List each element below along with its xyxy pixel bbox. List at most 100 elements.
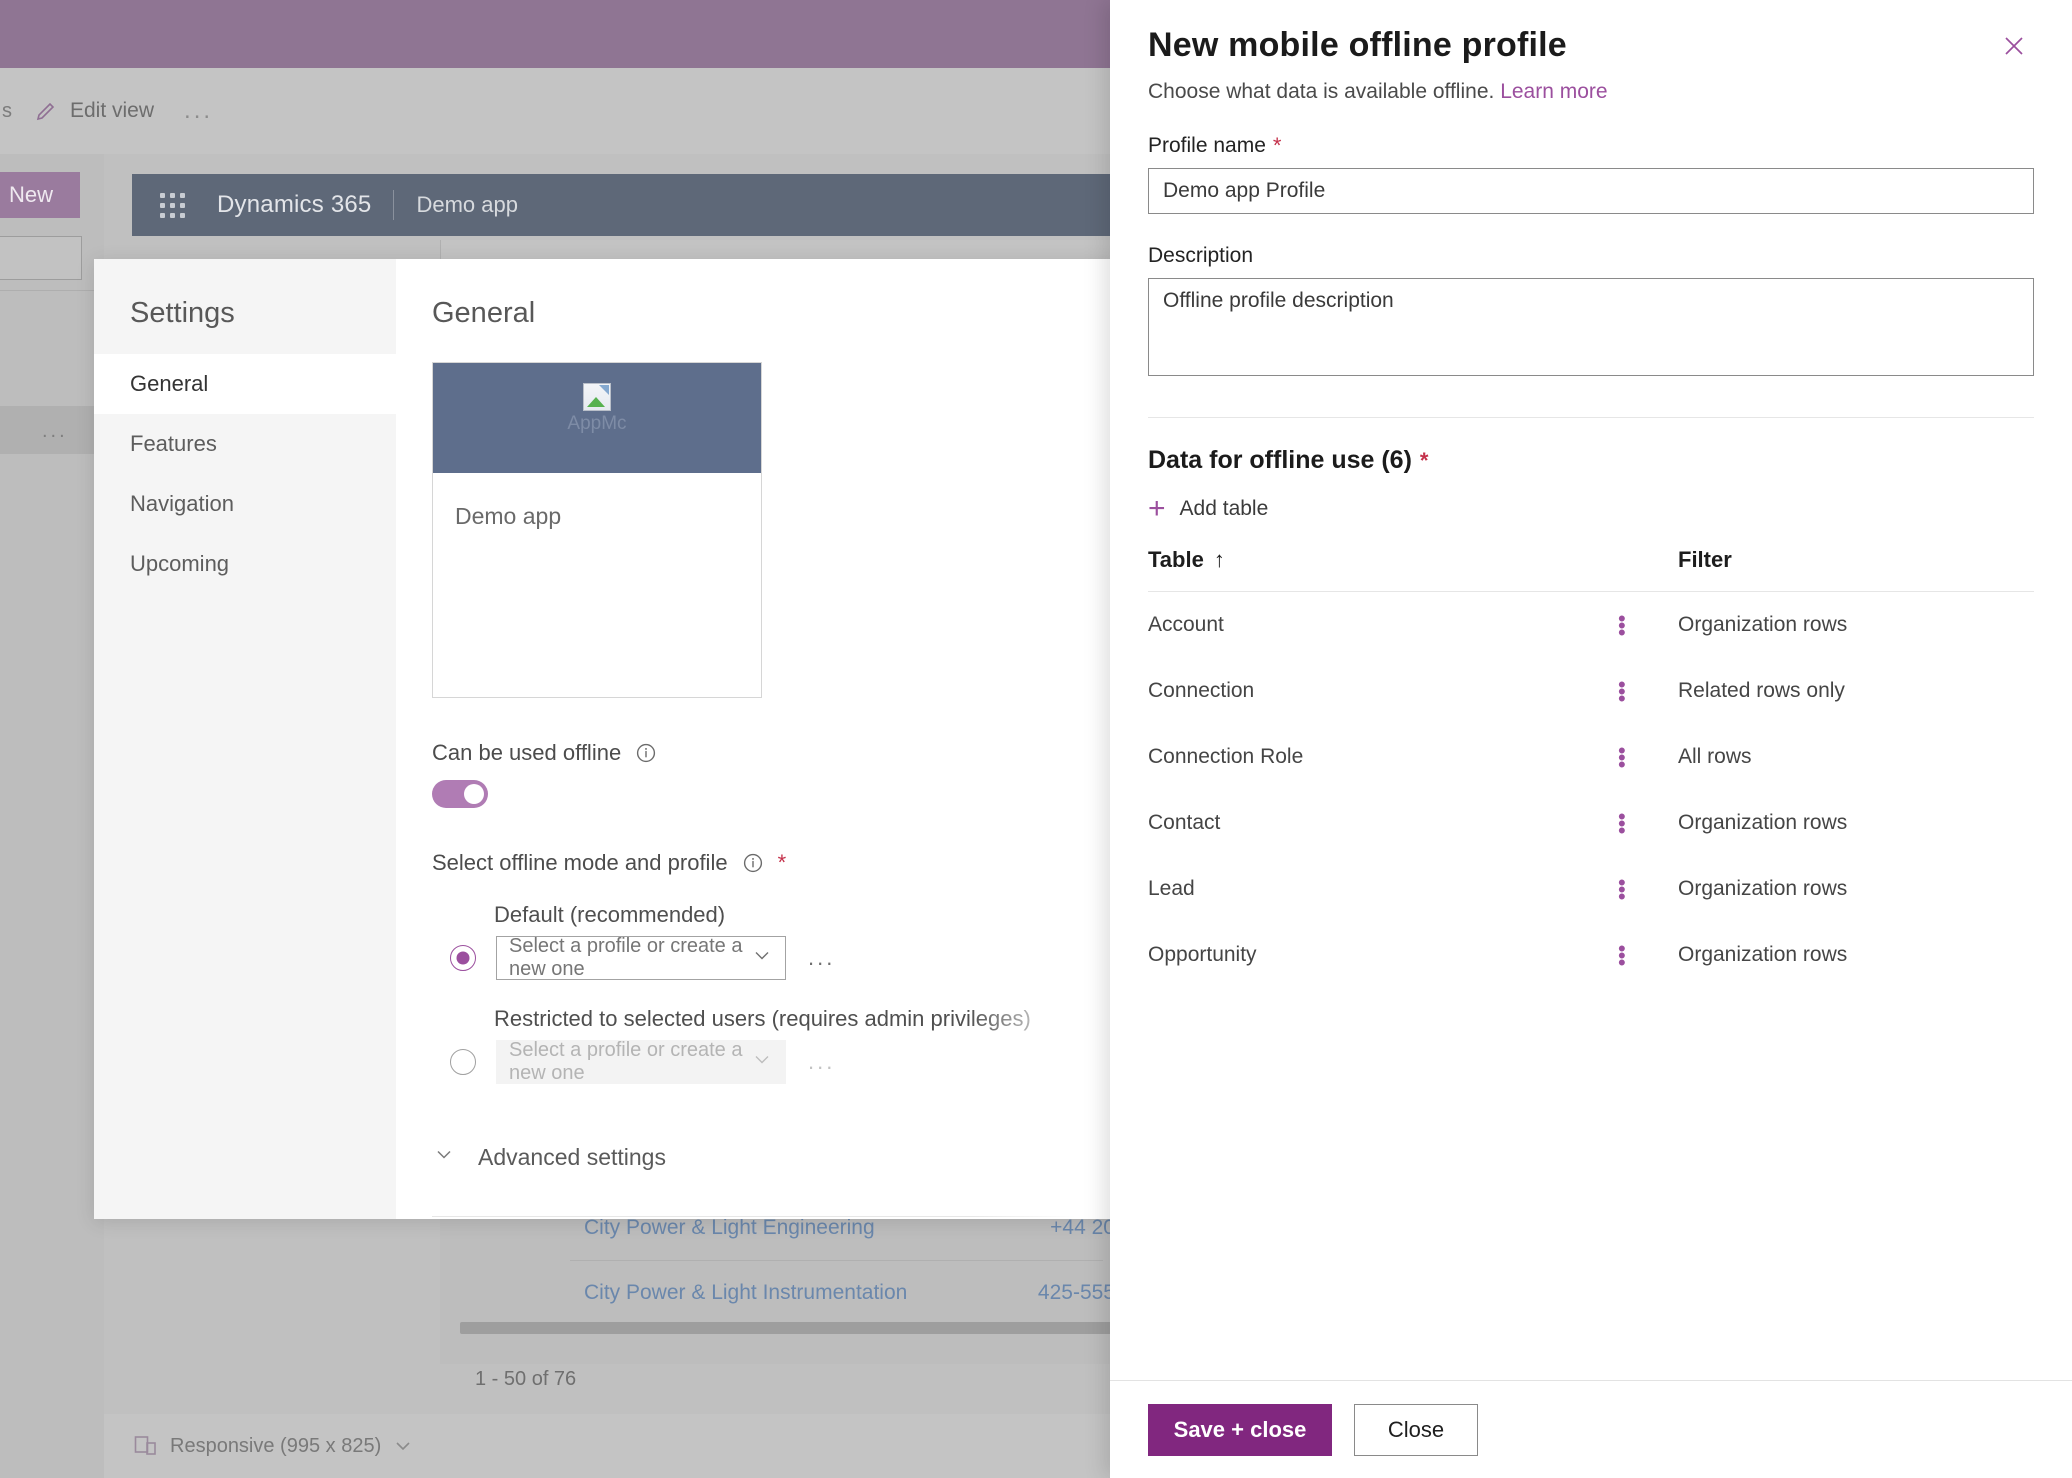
add-table-label: Add table [1179, 497, 1269, 520]
table-row[interactable]: Account • • • Organization rows [1148, 592, 2034, 658]
broken-image-icon [583, 383, 611, 411]
app-card-banner: AppMc [433, 363, 761, 473]
offline-mode-option-default-label: Default (recommended) [494, 902, 726, 927]
offline-toggle-label-row: Can be used offline [432, 740, 1118, 766]
table-row[interactable]: Opportunity • • • Organization rows [1148, 922, 2034, 988]
sidebar-item-features[interactable]: Features [94, 414, 396, 474]
command-bar-truncated-label: s [2, 99, 12, 122]
description-textarea[interactable] [1148, 278, 2034, 376]
offline-mode-label-row: Select offline mode and profile * [432, 850, 1118, 876]
settings-main-pane: General AppMc Demo app Can be used offli… [396, 259, 1118, 1219]
maker-command-bar: s Edit view ... [0, 68, 1123, 154]
app-preview-card: AppMc Demo app [432, 362, 762, 698]
rail-row-overflow-button[interactable]: ... [42, 420, 68, 443]
column-header-menu [1618, 547, 1678, 573]
info-icon[interactable] [742, 852, 764, 874]
column-header-table[interactable]: Table ↑ [1148, 547, 1618, 573]
profile-default-overflow-button[interactable]: ... [808, 945, 835, 971]
profile-name-label: Profile name [1148, 134, 1266, 157]
search-input[interactable] [0, 236, 82, 280]
left-rail [0, 154, 104, 1478]
cell-table-name: Opportunity [1148, 943, 1257, 966]
more-vertical-icon[interactable]: • • • [1618, 805, 1678, 841]
table-row[interactable]: Connection Role • • • All rows [1148, 724, 2034, 790]
table-row[interactable]: Contact • • • Organization rows [1148, 790, 2034, 856]
more-vertical-icon[interactable]: • • • [1618, 871, 1678, 907]
sidebar-item-upcoming[interactable]: Upcoming [94, 534, 396, 594]
record-count-label: 1 - 50 of 76 [475, 1368, 577, 1390]
panel-subtitle-text: Choose what data is available offline. [1148, 80, 1495, 103]
can-be-used-offline-toggle[interactable] [432, 780, 488, 808]
table-row[interactable]: Lead • • • Organization rows [1148, 856, 2034, 922]
offline-mode-option-default-row: Select a profile or create a new one ... [432, 935, 1118, 980]
cell-table-name: Connection Role [1148, 745, 1304, 768]
sidebar-item-label: Features [130, 431, 217, 456]
required-marker: * [1419, 447, 1429, 473]
header-divider [393, 190, 395, 220]
settings-dialog: Settings General Features Navigation Upc… [94, 259, 1118, 1219]
table-row[interactable]: City Power & Light Instrumentation 425-5… [440, 1261, 1123, 1325]
new-button[interactable]: New [0, 172, 80, 218]
advanced-settings-label: Advanced settings [478, 1143, 666, 1170]
cell-filter: Related rows only [1678, 679, 1845, 702]
panel-body: New mobile offline profile Choose what d… [1110, 0, 2072, 1380]
sort-ascending-icon: ↑ [1213, 547, 1225, 572]
more-vertical-icon[interactable]: • • • [1618, 937, 1678, 973]
dynamics-app-header: Dynamics 365 Demo app [132, 174, 1123, 236]
sidebar-item-label: Navigation [130, 491, 234, 516]
data-for-offline-use-title-row: Data for offline use (6) * [1148, 446, 2034, 475]
panel-footer: Save + close Close [1110, 1380, 2072, 1478]
sidebar-item-navigation[interactable]: Navigation [94, 474, 396, 534]
radio-default-recommended[interactable] [450, 945, 476, 971]
record-name[interactable]: City Power & Light Instrumentation [584, 1281, 907, 1305]
profile-name-label-row: Profile name * [1148, 134, 2034, 158]
close-icon[interactable] [1994, 26, 2034, 66]
profile-select-default[interactable]: Select a profile or create a new one [496, 935, 786, 980]
panel-divider [1148, 417, 2034, 418]
chevron-down-icon [432, 1142, 456, 1172]
app-card-name: Demo app [455, 503, 562, 529]
chevron-down-icon [751, 1048, 773, 1076]
toggle-knob [464, 784, 484, 804]
cell-table-name: Contact [1148, 811, 1221, 834]
page-title: General [432, 297, 536, 329]
panel-header: New mobile offline profile [1148, 26, 2034, 66]
command-bar-overflow-button[interactable]: ... [184, 99, 213, 123]
plus-icon: + [1148, 492, 1166, 525]
offline-mode-options: Default (recommended) Select a profile o… [432, 902, 1118, 1084]
more-vertical-icon[interactable]: • • • [1618, 607, 1678, 643]
learn-more-link[interactable]: Learn more [1500, 80, 1607, 103]
records-list: City Power & Light Engineering +44 20 Ci… [440, 1196, 1123, 1366]
more-vertical-icon[interactable]: • • • [1618, 673, 1678, 709]
settings-divider [432, 1216, 1082, 1217]
chevron-down-icon[interactable] [393, 1436, 413, 1456]
save-and-close-button[interactable]: Save + close [1148, 1403, 1332, 1456]
close-button[interactable]: Close [1354, 1403, 1478, 1456]
add-table-button[interactable]: + Add table [1148, 492, 2034, 525]
record-name[interactable]: City Power & Light Engineering [584, 1216, 875, 1240]
sidebar-item-general[interactable]: General [94, 354, 396, 414]
offline-mode-option-restricted-row: Select a profile or create a new one ... [432, 1039, 1118, 1084]
info-icon[interactable] [635, 742, 657, 764]
advanced-settings-toggle[interactable]: Advanced settings [432, 1142, 1118, 1172]
cell-filter: Organization rows [1678, 943, 1848, 966]
required-marker: * [1272, 133, 1282, 158]
settings-title: Settings [130, 297, 235, 329]
radio-restricted-users[interactable] [450, 1049, 476, 1075]
cell-table-name: Connection [1148, 679, 1255, 702]
column-header-filter[interactable]: Filter [1678, 547, 2034, 573]
more-vertical-icon[interactable]: • • • [1618, 739, 1678, 775]
horizontal-scrollbar[interactable] [460, 1322, 1140, 1334]
chevron-down-icon [751, 944, 773, 972]
edit-view-button[interactable]: Edit view [34, 99, 154, 123]
sidebar-item-label: General [130, 371, 209, 396]
waffle-icon[interactable] [160, 192, 185, 218]
rail-divider [0, 290, 104, 291]
offline-toggle-label: Can be used offline [432, 740, 622, 765]
table-row[interactable]: Connection • • • Related rows only [1148, 658, 2034, 724]
panel-subtitle: Choose what data is available offline. L… [1148, 80, 2034, 104]
panel-title: New mobile offline profile [1148, 26, 1567, 64]
profile-name-input[interactable] [1148, 168, 2034, 214]
responsive-label: Responsive (995 x 825) [170, 1434, 382, 1457]
offline-tables-grid: Table ↑ Filter Account • • • Organization … [1148, 547, 2034, 988]
